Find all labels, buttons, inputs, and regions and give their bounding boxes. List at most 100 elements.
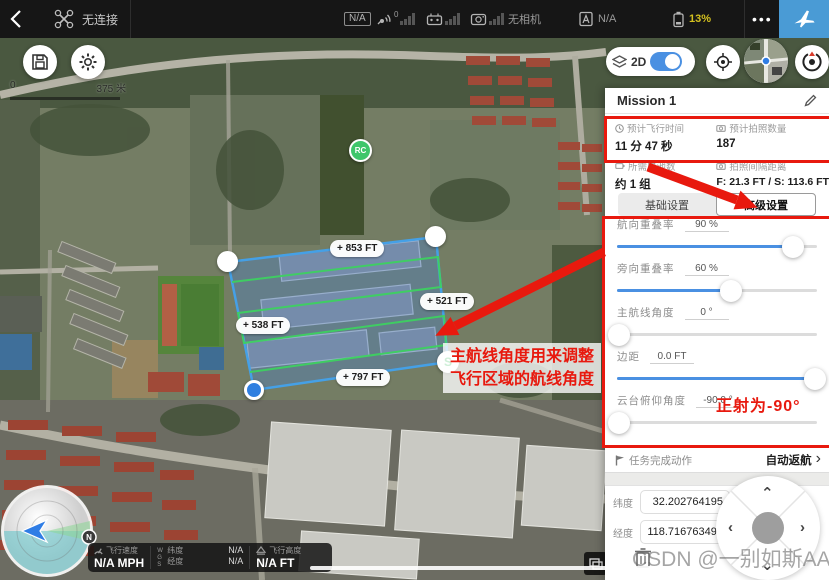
rc-location-marker: RC <box>349 139 372 162</box>
settings-tabs: 基础设置 高级设置 <box>618 193 816 216</box>
map-layer-button[interactable] <box>584 552 607 575</box>
takeoff-button[interactable] <box>779 0 829 38</box>
tab-advanced-settings[interactable]: 高级设置 <box>716 193 816 216</box>
telemetry-position: WGS 纬度N/A 经度N/A <box>151 543 249 572</box>
video-signal <box>470 0 504 38</box>
gimbal-pitch-handle[interactable] <box>608 412 630 434</box>
camera-transmission-icon <box>470 13 487 26</box>
route-angle-value[interactable]: 0 ° <box>685 307 729 320</box>
back-chevron-icon <box>10 9 22 29</box>
mission-finish-action-row[interactable]: 任务完成动作 自动返航 › <box>605 448 829 472</box>
compass-icon <box>801 51 823 73</box>
switch-knob <box>665 54 680 69</box>
mission-panel: Mission 1 预计飞行时间 11 分 47 秒 预计拍照数量 187 <box>605 88 829 580</box>
mission-settings-button[interactable] <box>71 45 105 79</box>
status-na-badge: N/A <box>344 12 371 26</box>
flight-mode-status: N/A <box>578 0 616 38</box>
margin-value[interactable]: 0.0 FT <box>650 351 694 364</box>
edge-length-right[interactable]: + 521 FT <box>420 293 474 310</box>
telemetry-lat-label: 纬度 <box>167 545 183 556</box>
vertex-handle-top-left[interactable] <box>217 251 238 272</box>
telemetry-lon-label: 经度 <box>167 556 183 567</box>
rc-signal <box>426 0 460 38</box>
back-button[interactable] <box>10 0 22 38</box>
route-angle-track[interactable] <box>617 333 817 336</box>
attitude-compass-widget: N <box>0 483 100 580</box>
telemetry-bar: 飞行速度 N/A MPH WGS 纬度N/A 经度N/A 飞行高度 N/A FT <box>88 543 332 572</box>
home-indicator-bar[interactable] <box>310 566 700 570</box>
remote-controller-icon <box>426 12 443 26</box>
slider-route-angle: 主航线角度0 ° <box>617 304 817 350</box>
forward-overlap-value[interactable]: 90 % <box>685 219 729 232</box>
altitude-label: 飞行高度 <box>269 545 301 556</box>
edge-length-bottom[interactable]: + 797 FT <box>336 369 390 386</box>
forward-overlap-track[interactable] <box>617 245 817 248</box>
longitude-label: 经度 <box>613 525 635 540</box>
flight-mode-icon <box>578 11 594 27</box>
route-angle-handle[interactable] <box>608 324 630 346</box>
gimbal-pitch-track[interactable] <box>617 421 817 424</box>
map-2d-switch[interactable] <box>650 52 682 71</box>
drone-icon <box>54 9 74 29</box>
nudge-right-button[interactable]: › <box>800 519 805 536</box>
tab-basic-settings[interactable]: 基础设置 <box>618 193 716 216</box>
edit-pencil-icon[interactable] <box>804 94 817 107</box>
altitude-value: N/A FT <box>256 556 301 570</box>
flag-icon <box>615 455 625 466</box>
stat-photo-count: 预计拍照数量 187 <box>706 116 829 154</box>
save-icon <box>31 53 49 71</box>
nudge-up-button[interactable]: ⌃ <box>761 484 774 502</box>
stat-batteries: 所需电池数 约 1 组 <box>605 154 706 192</box>
gps-signal-bars <box>400 13 415 25</box>
flight-mode-value: N/A <box>598 13 616 25</box>
locate-button[interactable] <box>706 45 740 79</box>
wgs-label: WGS <box>157 545 164 572</box>
telemetry-speed: 飞行速度 N/A MPH <box>88 543 150 572</box>
camera-status: 无相机 <box>508 0 541 38</box>
mission-stats: 预计飞行时间 11 分 47 秒 预计拍照数量 187 所需电池数 约 1 组 <box>605 116 829 192</box>
speed-label: 飞行速度 <box>106 545 138 556</box>
gps-count: 0 <box>394 10 398 19</box>
side-overlap-track[interactable] <box>617 289 817 292</box>
margin-handle[interactable] <box>804 368 826 390</box>
camera-icon <box>716 124 726 132</box>
minimap-thumbnail <box>744 39 788 83</box>
nudge-left-button[interactable]: ‹ <box>728 519 733 536</box>
battery-percent: 13% <box>689 13 711 25</box>
telemetry-lon-value: N/A <box>228 556 243 567</box>
gimbal-annotation: 正射为-90° <box>716 392 801 416</box>
layers-icon <box>612 55 627 69</box>
vertex-handle-top-right[interactable] <box>425 226 446 247</box>
compass-north-label: N <box>86 533 92 542</box>
stat-photo-interval: 拍照间隔距离 F: 21.3 FT / S: 113.6 FT <box>706 154 829 192</box>
clock-icon <box>615 124 624 133</box>
side-overlap-handle[interactable] <box>720 280 742 302</box>
route-angle-annotation: 主航线角度用来调整 飞行区域的航线角度 <box>443 343 601 393</box>
airplane-icon <box>792 7 816 31</box>
battery-status: 13% <box>672 0 711 38</box>
scale-zero: 0 <box>10 80 16 95</box>
battery-icon <box>615 162 625 170</box>
chevron-right-icon: › <box>816 451 821 467</box>
video-signal-bars <box>489 13 504 25</box>
finish-action-value: 自动返航 <box>766 452 812 468</box>
edge-length-top[interactable]: + 853 FT <box>330 240 384 257</box>
vertex-handle-selected[interactable] <box>244 380 264 400</box>
side-overlap-value[interactable]: 60 % <box>685 263 729 276</box>
forward-overlap-handle[interactable] <box>782 236 804 258</box>
more-button[interactable]: ••• <box>752 0 773 38</box>
minimap-button[interactable] <box>744 39 788 83</box>
map-mode-toggle[interactable]: 2D <box>606 47 695 76</box>
margin-track[interactable] <box>617 377 817 380</box>
save-mission-button[interactable] <box>23 45 57 79</box>
map-mode-label: 2D <box>631 55 646 69</box>
edge-length-left[interactable]: + 538 FT <box>236 317 290 334</box>
latitude-label: 纬度 <box>613 495 635 510</box>
compass-reset-button[interactable] <box>795 45 829 79</box>
slider-margin: 边距0.0 FT <box>617 348 817 394</box>
nudge-center-button[interactable] <box>752 512 784 544</box>
gear-icon <box>78 52 98 72</box>
status-na-group: N/A <box>344 0 371 38</box>
finish-action-label: 任务完成动作 <box>629 453 762 468</box>
speed-value: N/A MPH <box>94 556 144 570</box>
